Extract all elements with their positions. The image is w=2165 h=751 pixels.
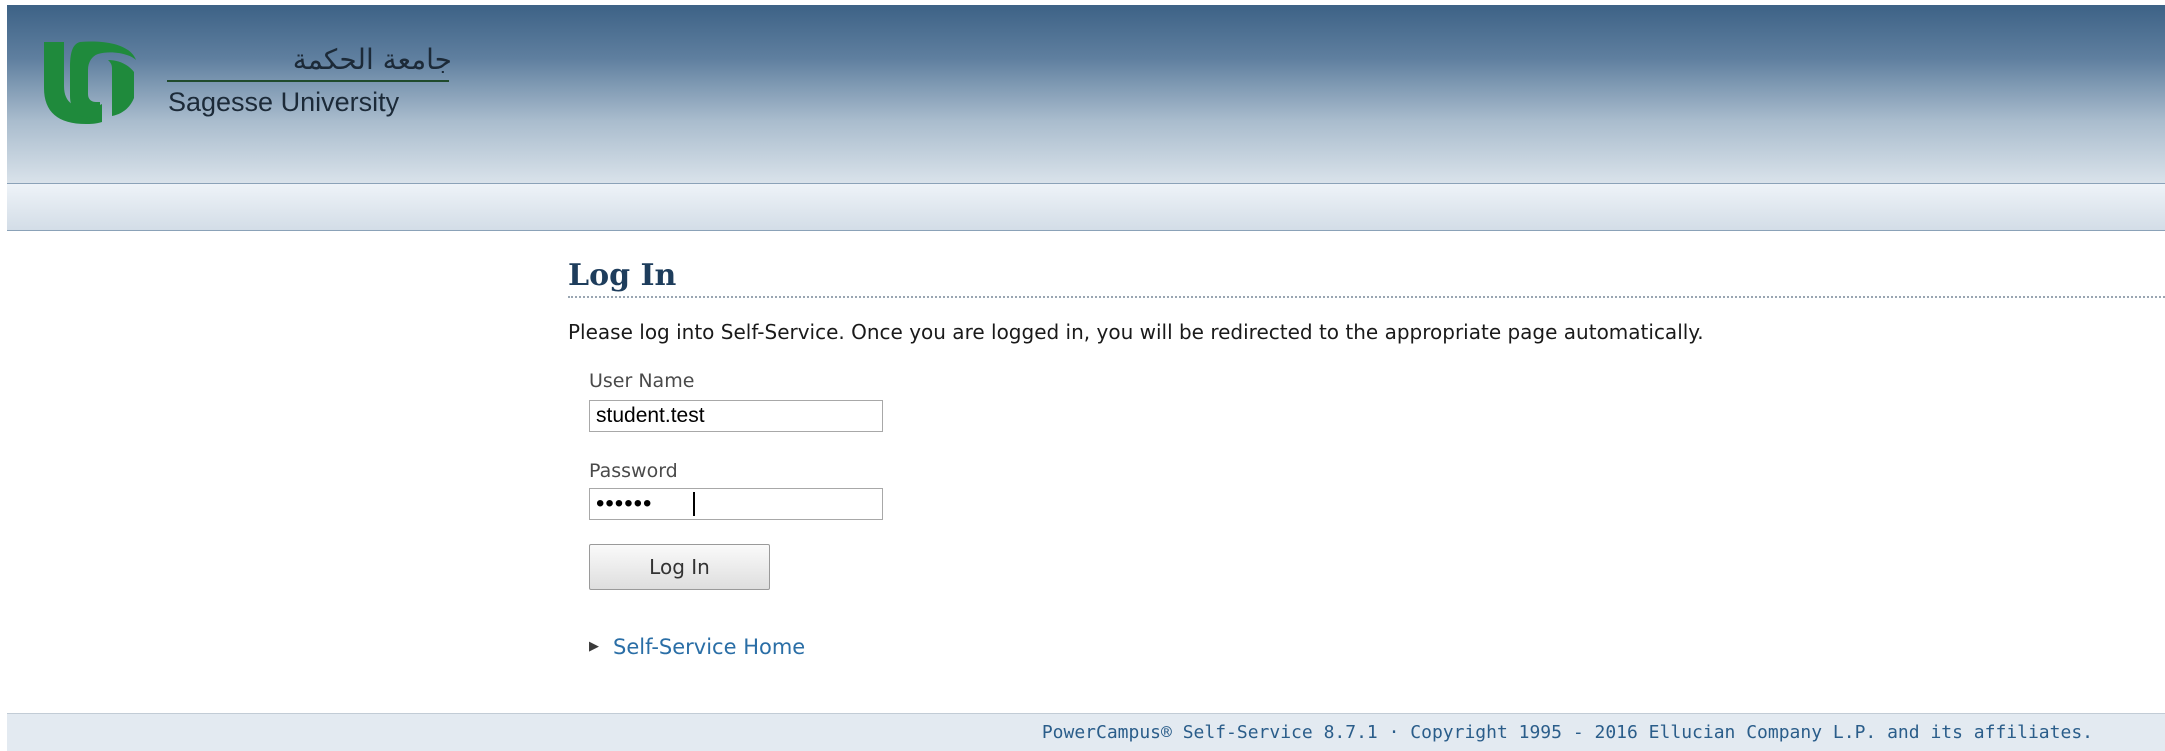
login-instructions: Please log into Self-Service. Once you a… bbox=[568, 320, 1704, 344]
logo-english-text: Sagesse University bbox=[168, 87, 400, 117]
login-button[interactable]: Log In bbox=[589, 544, 770, 590]
password-label: Password bbox=[589, 460, 678, 482]
username-label: User Name bbox=[589, 370, 695, 392]
sub-navigation-bar bbox=[7, 183, 2165, 231]
logo-arabic-text: جامعة الحكمة bbox=[292, 43, 452, 76]
password-input[interactable] bbox=[589, 488, 883, 520]
triangle-right-icon: ▶ bbox=[589, 639, 599, 654]
logo-divider bbox=[167, 80, 449, 82]
page-title: Log In bbox=[568, 258, 677, 293]
footer-bar: PowerCampus® Self-Service 8.7.1 · Copyri… bbox=[7, 713, 2165, 751]
title-divider bbox=[568, 296, 2165, 298]
self-service-home-link[interactable]: ▶ Self-Service Home bbox=[589, 632, 805, 662]
copyright-text: PowerCampus® Self-Service 8.7.1 · Copyri… bbox=[1041, 722, 2093, 743]
self-service-home-label: Self-Service Home bbox=[613, 635, 806, 659]
text-cursor bbox=[693, 492, 695, 516]
username-input[interactable] bbox=[589, 400, 883, 432]
university-logo-icon bbox=[44, 41, 136, 124]
